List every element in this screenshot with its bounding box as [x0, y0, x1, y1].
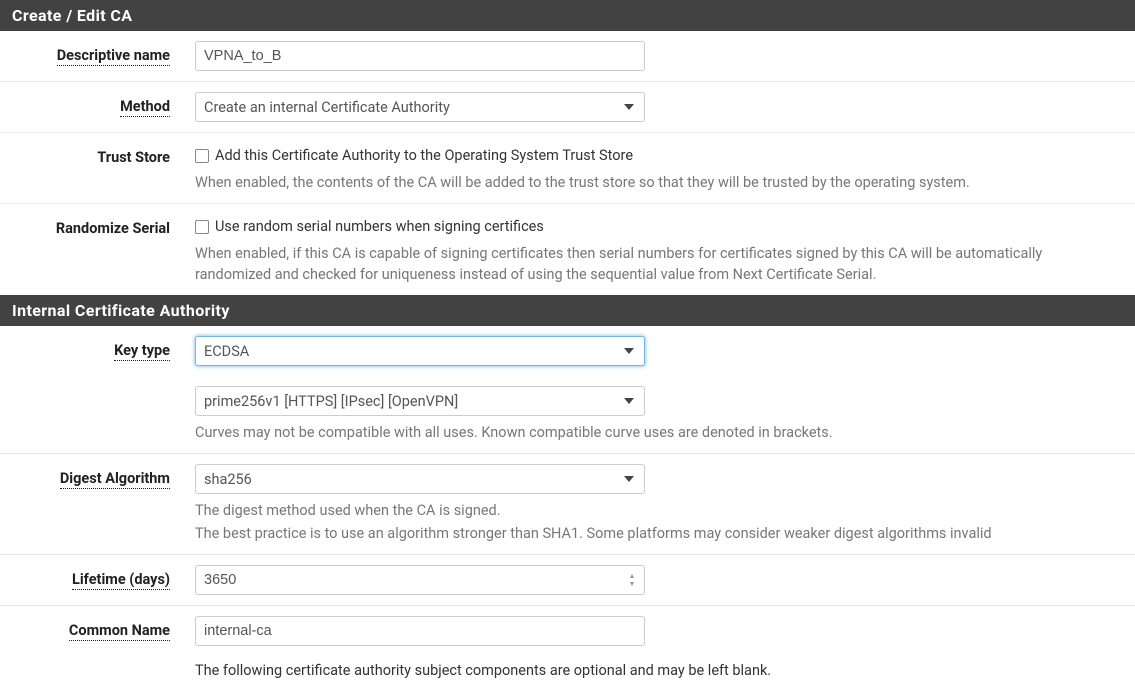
row-footer-note: The following certificate authority subj… — [0, 656, 1135, 689]
row-curve: prime256v1 [HTTPS] [IPsec] [OpenVPN] Cur… — [0, 376, 1135, 454]
label-digest: Digest Algorithm — [60, 470, 170, 489]
trust-store-checkbox-label: Add this Certificate Authority to the Op… — [215, 147, 633, 164]
key-type-select[interactable]: ECDSA — [195, 336, 645, 366]
panel-header-create-edit-ca: Create / Edit CA — [0, 0, 1135, 31]
label-randomize-serial: Randomize Serial — [56, 220, 170, 238]
label-key-type: Key type — [114, 342, 170, 361]
trust-store-checkbox-line[interactable]: Add this Certificate Authority to the Op… — [195, 147, 1121, 164]
digest-help-2: The best practice is to use an algorithm… — [195, 523, 1121, 544]
randomize-serial-help: When enabled, if this CA is capable of s… — [195, 243, 1121, 285]
row-descriptive-name: Descriptive name — [0, 31, 1135, 82]
randomize-serial-checkbox-line[interactable]: Use random serial numbers when signing c… — [195, 218, 1121, 235]
key-type-select-value: ECDSA — [204, 343, 249, 360]
internal-ca-panel: Internal Certificate Authority Key type … — [0, 295, 1135, 689]
digest-select-value: sha256 — [204, 471, 252, 488]
row-key-type: Key type ECDSA — [0, 326, 1135, 376]
common-name-input[interactable] — [195, 616, 645, 646]
label-lifetime: Lifetime (days) — [72, 571, 170, 590]
label-common-name: Common Name — [69, 622, 170, 641]
trust-store-help: When enabled, the contents of the CA wil… — [195, 172, 1121, 193]
randomize-serial-checkbox-label: Use random serial numbers when signing c… — [215, 218, 544, 235]
method-select[interactable]: Create an internal Certificate Authority — [195, 92, 645, 122]
panel-header-internal-ca: Internal Certificate Authority — [0, 295, 1135, 326]
curve-help: Curves may not be compatible with all us… — [195, 422, 1121, 443]
trust-store-checkbox[interactable] — [195, 149, 209, 163]
row-common-name: Common Name — [0, 606, 1135, 656]
row-trust-store: Trust Store Add this Certificate Authori… — [0, 133, 1135, 204]
lifetime-input[interactable] — [195, 565, 645, 595]
row-randomize-serial: Randomize Serial Use random serial numbe… — [0, 204, 1135, 295]
curve-select[interactable]: prime256v1 [HTTPS] [IPsec] [OpenVPN] — [195, 386, 645, 416]
digest-select[interactable]: sha256 — [195, 464, 645, 494]
subject-components-note: The following certificate authority subj… — [195, 662, 1121, 679]
row-method: Method Create an internal Certificate Au… — [0, 82, 1135, 133]
row-digest: Digest Algorithm sha256 The digest metho… — [0, 454, 1135, 555]
label-method: Method — [120, 98, 170, 117]
label-descriptive-name: Descriptive name — [57, 47, 170, 66]
create-edit-ca-panel: Create / Edit CA Descriptive name Method… — [0, 0, 1135, 295]
descriptive-name-input[interactable] — [195, 41, 645, 71]
digest-help-1: The digest method used when the CA is si… — [195, 500, 1121, 521]
row-lifetime: Lifetime (days) — [0, 555, 1135, 606]
label-trust-store: Trust Store — [97, 149, 170, 167]
method-select-value: Create an internal Certificate Authority — [204, 99, 450, 116]
randomize-serial-checkbox[interactable] — [195, 220, 209, 234]
curve-select-value: prime256v1 [HTTPS] [IPsec] [OpenVPN] — [204, 393, 458, 410]
